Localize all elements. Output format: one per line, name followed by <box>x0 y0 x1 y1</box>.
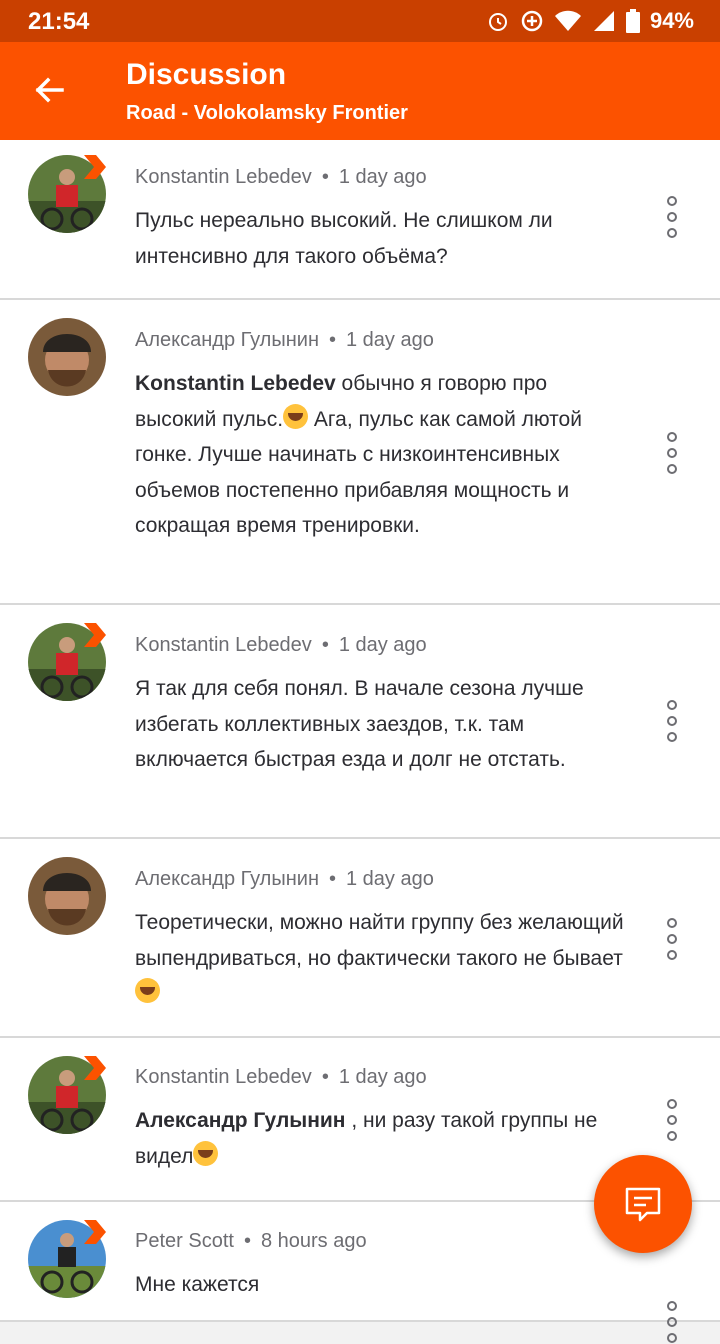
comment-time: 1 day ago <box>346 329 434 351</box>
comment-body: Пульс нереально высокий. Не слишком ли и… <box>135 209 553 268</box>
more-vertical-icon[interactable] <box>661 917 683 961</box>
comment-time: 1 day ago <box>338 166 427 188</box>
comment-author[interactable]: Konstantin Lebedev <box>135 166 312 188</box>
avatar[interactable] <box>28 857 106 935</box>
status-time: 21:54 <box>28 8 90 35</box>
comment-text: Мне кажется <box>135 1267 625 1303</box>
comment-meta: Peter Scott • 8 hours ago <box>135 1230 367 1253</box>
add-comment-button[interactable] <box>594 1155 692 1253</box>
more-vertical-icon[interactable] <box>661 1300 683 1344</box>
rolling-laughing-emoji-icon <box>193 1140 219 1166</box>
comment-text: Пульс нереально высокий. Не слишком ли и… <box>135 203 625 274</box>
comment-body: Я так для себя понял. В начале сезона лу… <box>135 677 584 771</box>
comment-item: Александр Гулынин • 1 day ago Теоретически… <box>0 839 720 1038</box>
comment-item: Konstantin Lebedev • 1 day ago Я так для с… <box>0 605 720 839</box>
mention-link[interactable]: Konstantin Lebedev <box>135 372 336 395</box>
comment-list: Konstantin Lebedev • 1 day ago Пульс нереа… <box>0 140 720 1343</box>
battery-icon <box>625 9 640 33</box>
status-icons: 94% <box>486 8 694 34</box>
avatar[interactable] <box>28 318 106 396</box>
separator-dot: • <box>321 634 329 656</box>
comment-time: 8 hours ago <box>260 1230 367 1252</box>
separator-dot: • <box>328 329 336 351</box>
comment-author[interactable]: Peter Scott <box>135 1230 234 1252</box>
comment-author[interactable]: Konstantin Lebedev <box>135 1066 312 1088</box>
comment-author[interactable]: Konstantin Lebedev <box>135 634 312 656</box>
arrow-left-icon[interactable] <box>30 70 70 110</box>
battery-level: 94% <box>649 8 694 33</box>
more-vertical-icon[interactable] <box>661 431 683 475</box>
comment-time: 1 day ago <box>338 1066 427 1088</box>
alarm-icon <box>488 13 507 31</box>
premium-badge-icon <box>84 1220 106 1244</box>
data-saver-icon <box>521 10 543 32</box>
wifi-icon <box>554 10 581 31</box>
comment-item: Александр Гулынин • 1 day ago Konstantin L… <box>0 300 720 605</box>
premium-badge-icon <box>84 155 106 179</box>
comment-meta: Александр Гулынин • 1 day ago <box>135 868 434 891</box>
comment-item: Konstantin Lebedev • 1 day ago Пульс нереа… <box>0 140 720 300</box>
more-vertical-icon[interactable] <box>661 699 683 743</box>
separator-dot: • <box>328 868 336 890</box>
more-vertical-icon[interactable] <box>661 195 683 239</box>
comment-text: Konstantin Lebedev обычно я говорю про в… <box>135 366 625 544</box>
comment-author[interactable]: Александр Гулынин <box>135 329 319 351</box>
status-bar: 21:54 94% <box>0 0 720 42</box>
mention-link[interactable]: Александр Гулынин <box>135 1109 346 1132</box>
comment-body: Мне кажется <box>135 1273 260 1296</box>
comment-text: Я так для себя понял. В начале сезона лу… <box>135 671 625 778</box>
comment-meta: Konstantin Lebedev • 1 day ago <box>135 634 427 657</box>
separator-dot: • <box>321 166 329 188</box>
laughing-emoji-icon <box>135 978 160 1003</box>
comment-time: 1 day ago <box>338 634 427 656</box>
laughing-emoji-icon <box>283 403 309 429</box>
comment-time: 1 day ago <box>346 868 434 890</box>
comment-author[interactable]: Александр Гулынин <box>135 868 319 890</box>
separator-dot: • <box>321 1066 329 1088</box>
signal-icon <box>593 11 614 31</box>
premium-badge-icon <box>84 1056 106 1080</box>
comment-text: Александр Гулынин , ни разу такой группы… <box>135 1103 625 1174</box>
comment-icon <box>625 1187 661 1222</box>
page-subtitle: Road - Volokolamsky Frontier <box>126 102 408 124</box>
comment-meta: Александр Гулынин • 1 day ago <box>135 329 434 352</box>
separator-dot: • <box>243 1230 251 1252</box>
comment-meta: Konstantin Lebedev • 1 day ago <box>135 1066 427 1089</box>
comment-body: Теоретически, можно найти группу без жел… <box>135 911 624 970</box>
app-bar: Discussion Road - Volokolamsky Frontier <box>0 42 720 140</box>
page-title: Discussion <box>126 58 287 91</box>
comment-text: Теоретически, можно найти группу без жел… <box>135 905 625 1012</box>
more-vertical-icon[interactable] <box>661 1098 683 1142</box>
comment-meta: Konstantin Lebedev • 1 day ago <box>135 166 427 189</box>
premium-badge-icon <box>84 623 106 647</box>
